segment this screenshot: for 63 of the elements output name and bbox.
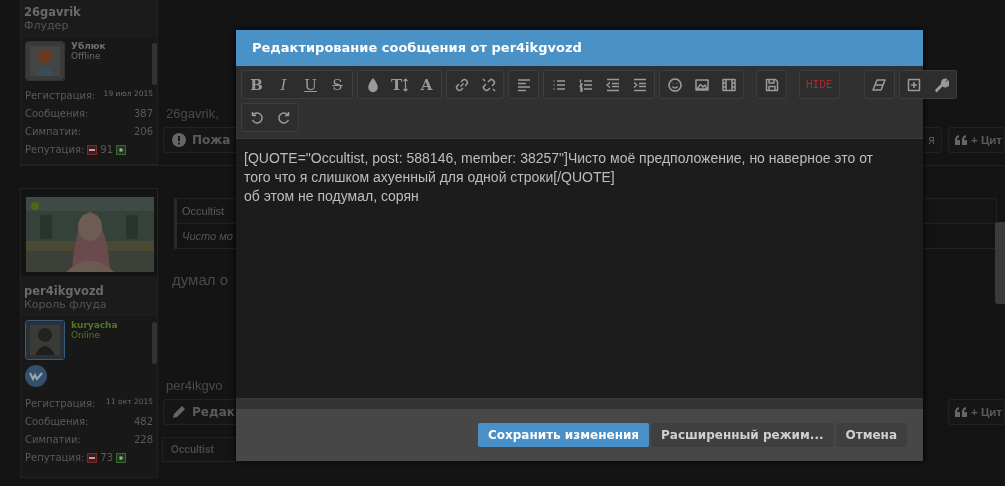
hide-button[interactable]: HIDE: [801, 71, 838, 98]
wrench-icon: [933, 76, 949, 93]
online-status: Online: [71, 330, 102, 340]
linked-account-name[interactable]: Ублюк: [71, 41, 106, 51]
post-action-button[interactable]: + Цит: [948, 127, 1005, 153]
stat-label: Сообщения:: [25, 107, 89, 121]
user-title: Флудер: [24, 19, 70, 32]
social-icon[interactable]: [25, 365, 47, 387]
dialog-button[interactable]: Отмена: [835, 423, 907, 447]
media-icon: [720, 76, 737, 93]
stat-label: Регистрация:: [25, 397, 96, 411]
indent-icon: [631, 76, 648, 93]
username[interactable]: 26gavrik: [24, 5, 154, 19]
toolbar-button[interactable]: S: [324, 71, 351, 98]
alert-icon: [172, 133, 186, 147]
stat-value: 228: [133, 433, 153, 447]
dialog-title: Редактирование сообщения от per4ikgvozd: [236, 30, 923, 66]
toolbar-button[interactable]: I: [270, 71, 297, 98]
stat-label: Регистрация:: [25, 89, 96, 103]
stat-label: Репутация:: [25, 451, 85, 465]
reputation-value: 91: [100, 143, 114, 157]
toolbar-button[interactable]: A: [413, 71, 440, 98]
quote-icon: [955, 135, 967, 145]
reputation-value: 73: [100, 451, 114, 465]
minus-icon[interactable]: [87, 453, 98, 463]
stat-label: Симпатии:: [25, 125, 81, 139]
pencil-icon: [172, 405, 186, 419]
stat-value: 206: [133, 125, 153, 139]
redo-icon: [275, 109, 292, 126]
username[interactable]: per4ikgvozd: [24, 284, 154, 298]
toolbar-button[interactable]: B: [243, 71, 270, 98]
stat-label: Репутация:: [25, 143, 85, 157]
align-icon: [515, 76, 532, 93]
user-title: Король флуда: [24, 298, 108, 311]
eraser-icon: [871, 76, 887, 93]
quote-author[interactable]: Occultist: [182, 205, 225, 217]
unlink-icon: [480, 76, 497, 93]
image-icon: [693, 76, 710, 93]
dialog-button[interactable]: Расширенный режим...: [651, 423, 834, 447]
toolbar-button[interactable]: U: [297, 71, 324, 98]
outdent-icon: [604, 76, 621, 93]
stat-value: 387: [133, 107, 153, 121]
link-icon: [453, 76, 470, 93]
plus-icon[interactable]: [116, 453, 127, 463]
smiley-icon: [666, 76, 683, 93]
dialog-button[interactable]: Сохранить изменения: [477, 423, 650, 447]
save-icon: [763, 76, 780, 93]
online-status: Offline: [71, 51, 102, 61]
scroll-handle[interactable]: [152, 322, 157, 364]
minus-icon[interactable]: [87, 145, 98, 155]
stat-value: 482: [133, 415, 153, 429]
scroll-handle[interactable]: [152, 43, 157, 85]
linked-account-name[interactable]: kuryacha: [71, 320, 118, 330]
stat-label: Симпатии:: [25, 433, 81, 447]
plus-icon: [906, 76, 922, 93]
scrollbar[interactable]: [995, 222, 1005, 304]
toolbar-button[interactable]: T: [386, 71, 413, 98]
quote-text: Чисто мо: [182, 230, 233, 242]
post-action-button[interactable]: + Цит: [948, 399, 1005, 425]
stat-label: Сообщения:: [25, 415, 89, 429]
quote-icon: [955, 407, 967, 417]
plus-icon[interactable]: [116, 145, 127, 155]
resize-arrow-icon: [403, 77, 409, 92]
